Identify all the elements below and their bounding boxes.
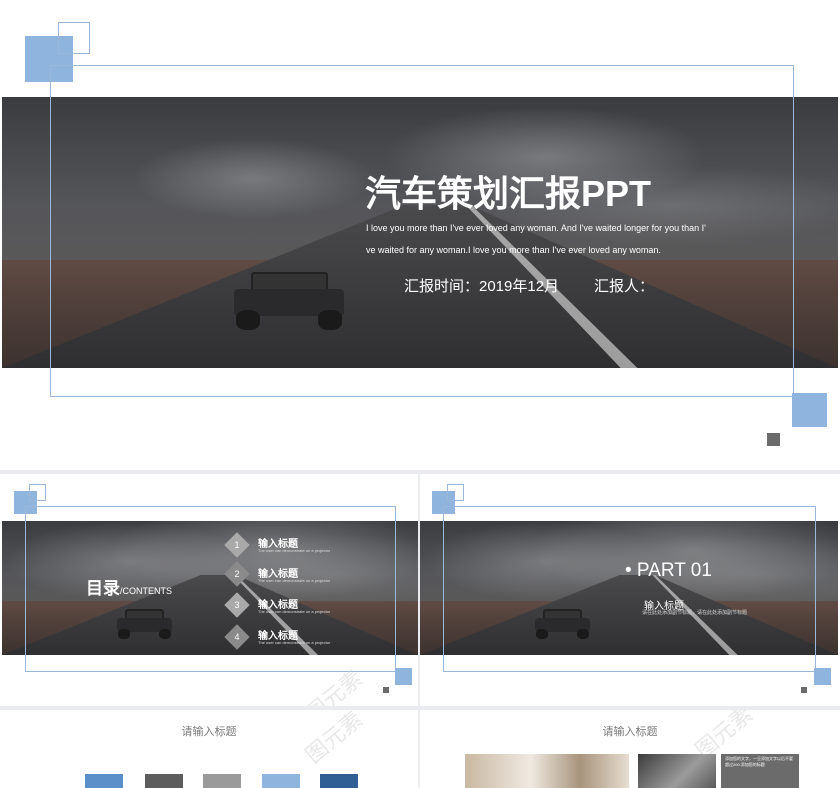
decor-square-gray <box>383 687 389 693</box>
part-label: • PART 01 <box>625 560 712 581</box>
decor-square-filled-bottom <box>395 668 412 685</box>
toc-slide[interactable]: 目录/CONTENTS 1 输入标题 The user can demonstr… <box>0 474 418 706</box>
toc-item-desc: The user can demonstrate on a projector <box>258 609 331 614</box>
toc-number-diamond: 3 <box>224 592 250 618</box>
decor-square-outline <box>58 22 90 54</box>
toc-frame-outline <box>25 506 396 672</box>
card-text: 添加您的文字，一旦添加文字以后不要超过200.添加您的标题 <box>725 756 793 767</box>
decor-square-gray <box>767 433 780 446</box>
toc-title-cn: 目录 <box>86 579 120 598</box>
watermark: 图元素 <box>300 710 368 768</box>
cover-subtitle-line1: I love you more than I've ever loved any… <box>366 223 706 233</box>
slide-title: 请输入标题 <box>602 726 658 738</box>
cover-subtitle-line2: ve waited for any woman.I love you more … <box>366 245 661 255</box>
color-block-gray <box>203 774 241 788</box>
decor-square-gray <box>801 687 807 693</box>
color-block-dark-gray <box>145 774 183 788</box>
decor-square-outline <box>447 484 464 501</box>
decor-square-outline <box>29 484 46 501</box>
toc-item-desc: The user can demonstrate on a projector <box>258 578 331 583</box>
bottom-right-slide[interactable]: 请输入标题 图元素 添加您的文字，一旦添加文字以后不要超过200.添加您的标题 <box>420 710 840 788</box>
toc-number-diamond: 1 <box>224 532 250 558</box>
report-time: 汇报时间：2019年12月 <box>404 278 560 295</box>
photo-office <box>465 754 629 788</box>
part-desc: 请在此处添加副节标题，请在此处添加副节标题 <box>642 610 748 616</box>
toc-item-desc: The user can demonstrate on a projector <box>258 548 331 553</box>
color-block-navy <box>320 774 358 788</box>
bottom-left-slide[interactable]: 请输入标题 图元素 <box>0 710 418 788</box>
toc-number-diamond: 4 <box>224 624 250 650</box>
reporter: 汇报人： <box>594 278 655 295</box>
toc-title: 目录/CONTENTS <box>86 574 172 599</box>
toc-item-desc: The user can demonstrate on a projector <box>258 640 331 645</box>
part-slide[interactable]: • PART 01 输入标题 请在此处添加副节标题，请在此处添加副节标题 <box>420 474 840 706</box>
photo-laptop <box>638 754 716 788</box>
text-card: 添加您的文字，一旦添加文字以后不要超过200.添加您的标题 <box>721 754 799 788</box>
toc-number-diamond: 2 <box>224 561 250 587</box>
decor-square-filled-bottom <box>792 393 827 427</box>
part-frame-outline <box>443 506 816 672</box>
cover-slide[interactable]: 汽车策划汇报PPT I love you more than I've ever… <box>0 0 840 470</box>
cover-title: 汽车策划汇报PPT <box>365 173 652 214</box>
toc-title-en: /CONTENTS <box>120 586 173 596</box>
decor-square-filled-bottom <box>814 668 831 685</box>
color-block-blue <box>85 774 123 788</box>
color-block-light-blue <box>262 774 300 788</box>
